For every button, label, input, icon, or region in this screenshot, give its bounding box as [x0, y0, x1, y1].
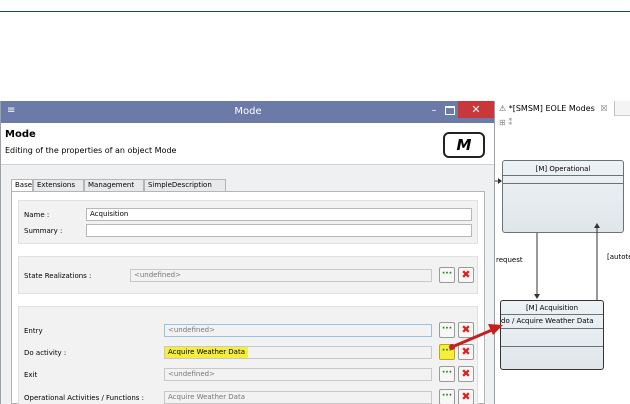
red-arrow-line — [451, 328, 493, 349]
annotation-arrow — [449, 324, 503, 350]
red-arrow-tail — [449, 344, 455, 350]
